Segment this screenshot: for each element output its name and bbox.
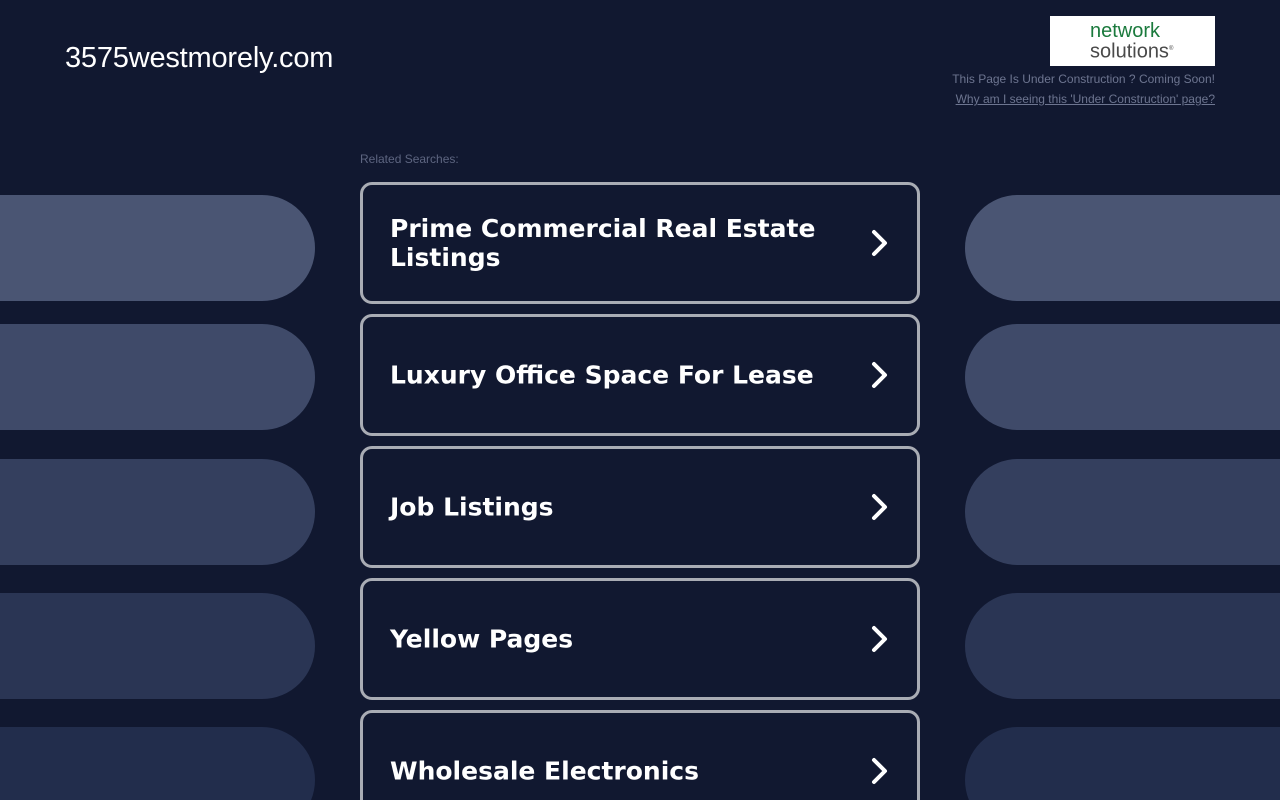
decorative-pill-left-4: [0, 593, 315, 699]
decorative-pill-right-2: [965, 324, 1280, 430]
decorative-pill-right-4: [965, 593, 1280, 699]
logo-line-1: network: [1090, 20, 1161, 42]
why-under-construction-link[interactable]: Why am I seeing this 'Under Construction…: [956, 92, 1215, 106]
chevron-right-icon: [872, 494, 887, 520]
related-search-label: Yellow Pages: [390, 624, 574, 654]
decorative-pill-right-3: [965, 459, 1280, 565]
parked-domain-page: 3575westmorely.com network solutions® Th…: [0, 0, 1280, 800]
decorative-pill-left-3: [0, 459, 315, 565]
logo-registered-mark: ®: [1168, 46, 1174, 52]
related-search-label: Prime Commercial Real Estate Listings: [390, 214, 816, 272]
related-searches-label: Related Searches:: [360, 152, 459, 166]
decorative-pill-left-5: [0, 727, 315, 800]
related-search-card-1[interactable]: Prime Commercial Real Estate Listings: [360, 182, 920, 304]
decorative-pill-right-1: [965, 195, 1280, 301]
network-solutions-logo[interactable]: network solutions®: [1050, 16, 1215, 66]
related-search-card-5[interactable]: Wholesale Electronics: [360, 710, 920, 800]
chevron-right-icon: [872, 362, 887, 388]
related-search-card-2[interactable]: Luxury Office Space For Lease: [360, 314, 920, 436]
related-search-card-4[interactable]: Yellow Pages: [360, 578, 920, 700]
chevron-right-icon: [872, 230, 887, 256]
decorative-pill-right-5: [965, 727, 1280, 800]
decorative-pill-left-2: [0, 324, 315, 430]
logo-line-2-text: solutions: [1090, 40, 1169, 63]
chevron-right-icon: [872, 626, 887, 652]
related-search-card-3[interactable]: Job Listings: [360, 446, 920, 568]
chevron-right-icon: [872, 758, 887, 784]
under-construction-text: This Page Is Under Construction ? Coming…: [952, 72, 1215, 86]
logo-line-2: solutions®: [1090, 39, 1173, 62]
related-search-label: Luxury Office Space For Lease: [390, 360, 814, 390]
related-search-label: Job Listings: [390, 492, 554, 522]
domain-title: 3575westmorely.com: [65, 42, 334, 74]
related-search-label: Wholesale Electronics: [390, 756, 699, 786]
decorative-pill-left-1: [0, 195, 315, 301]
